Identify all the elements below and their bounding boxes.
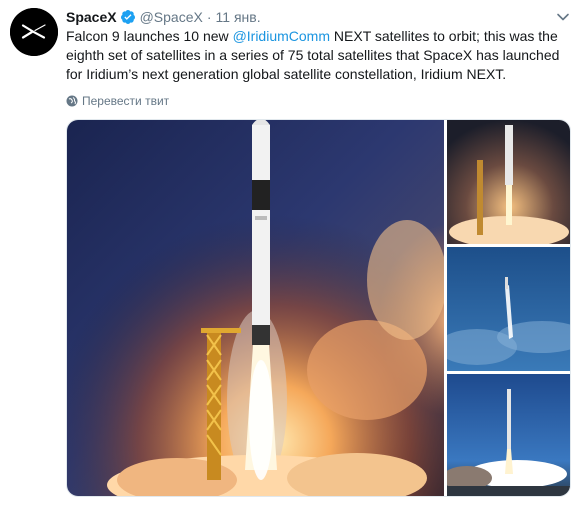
photo-thumbnail-3[interactable] xyxy=(447,374,570,496)
translate-tweet-link[interactable]: Перевести твит xyxy=(66,93,169,109)
mention-link[interactable]: @IridiumComm xyxy=(233,28,330,44)
tweet-text-start: Falcon 9 launches 10 new xyxy=(66,28,233,44)
avatar[interactable] xyxy=(10,8,58,56)
globe-icon xyxy=(66,95,78,107)
translate-label: Перевести твит xyxy=(82,94,170,108)
separator-dot: · xyxy=(206,9,212,25)
photo-main[interactable] xyxy=(67,120,444,496)
chevron-down-icon[interactable] xyxy=(556,10,570,24)
handle[interactable]: @SpaceX xyxy=(140,8,203,26)
tweet-text: Falcon 9 launches 10 new @IridiumComm NE… xyxy=(66,27,566,84)
photo-thumbnail-2[interactable] xyxy=(447,247,570,371)
verified-badge-icon xyxy=(120,9,136,25)
photo-thumbnail-1[interactable] xyxy=(447,120,570,244)
spacex-logo-icon xyxy=(10,8,58,56)
media-grid xyxy=(66,119,571,497)
tweet-date[interactable]: 11 янв. xyxy=(216,8,261,26)
display-name[interactable]: SpaceX xyxy=(66,8,117,26)
tweet-header: SpaceX @SpaceX · 11 янв. xyxy=(66,8,261,26)
